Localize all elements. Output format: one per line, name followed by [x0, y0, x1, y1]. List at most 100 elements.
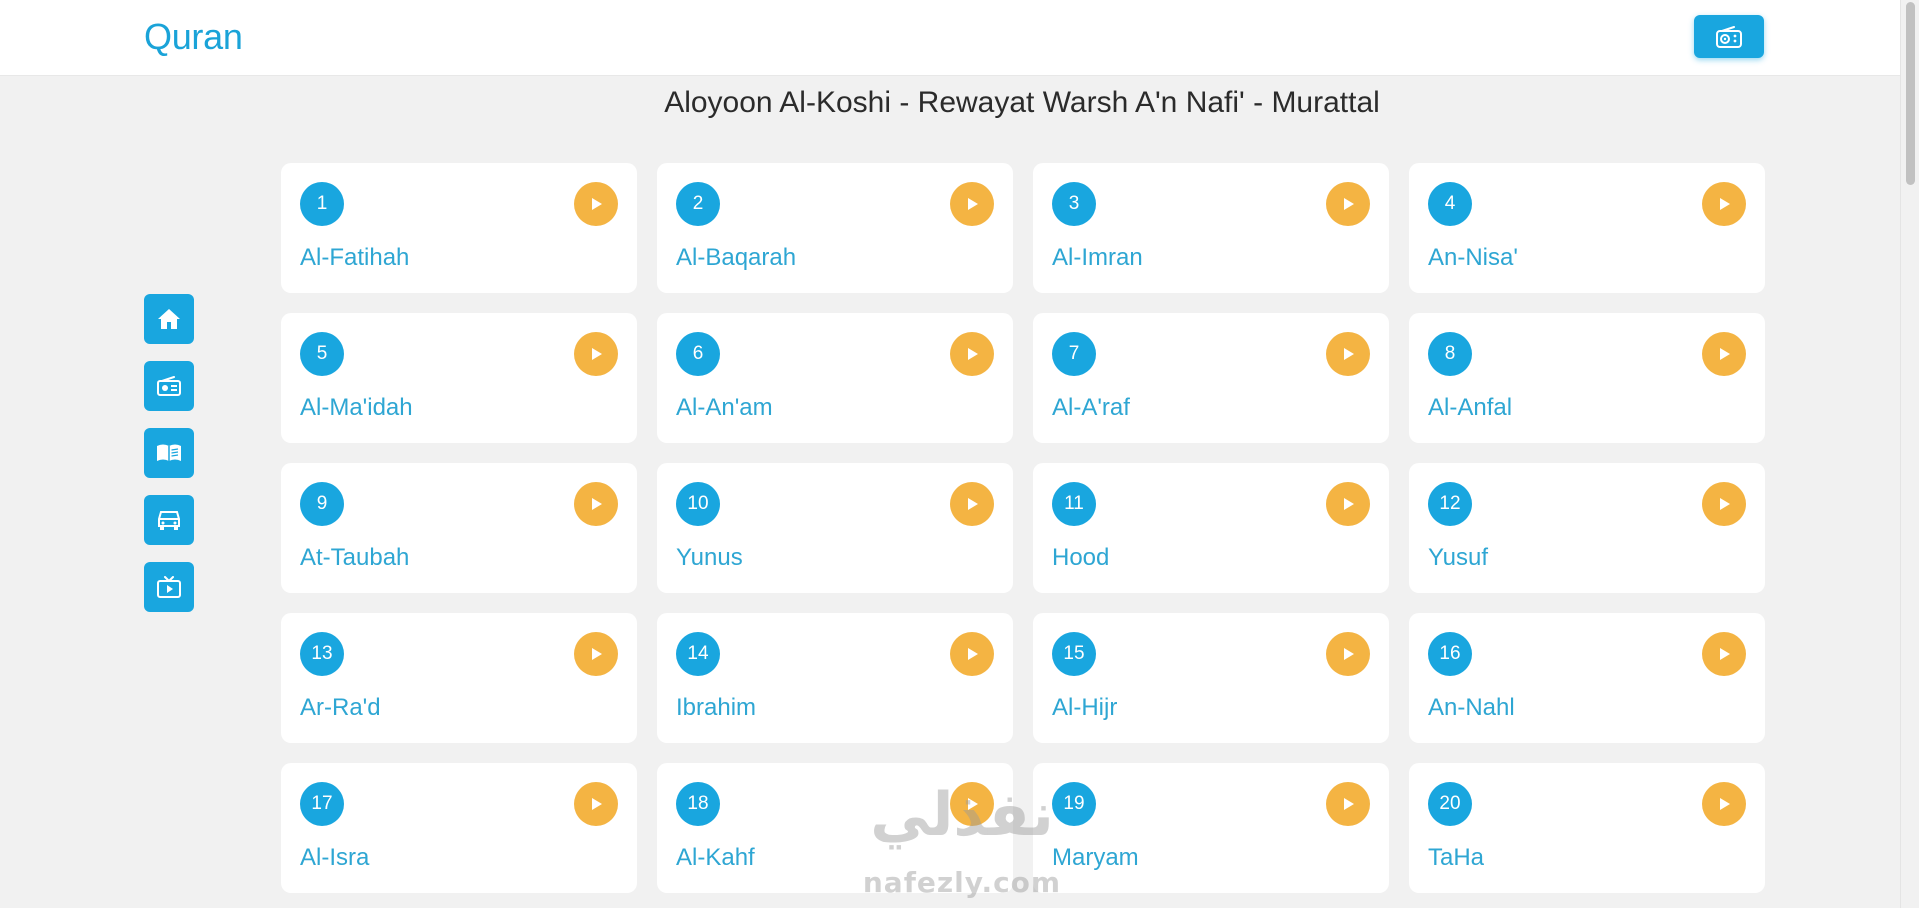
play-icon [592, 198, 602, 210]
play-button[interactable] [1326, 182, 1370, 226]
play-button[interactable] [950, 632, 994, 676]
play-icon [592, 798, 602, 810]
surah-name[interactable]: Ar-Ra'd [300, 694, 381, 722]
surah-number-badge: 16 [1428, 632, 1472, 676]
surah-name[interactable]: Yusuf [1428, 544, 1488, 572]
surah-card[interactable]: 5 Al-Ma'idah [281, 313, 637, 443]
surah-number-badge: 11 [1052, 482, 1096, 526]
surah-card[interactable]: 8 Al-Anfal [1409, 313, 1765, 443]
surah-card[interactable]: 3 Al-Imran [1033, 163, 1389, 293]
surah-number-badge: 6 [676, 332, 720, 376]
scrollbar-thumb[interactable] [1906, 2, 1915, 185]
brand-logo[interactable]: Quran [144, 16, 243, 58]
surah-grid: 1 Al-Fatihah 2 Al-Baqarah 3 Al-Imran 4 An-Nisa'… [281, 163, 1765, 893]
surah-card[interactable]: 15 Al-Hijr [1033, 613, 1389, 743]
surah-name[interactable]: Al-Anfal [1428, 394, 1512, 422]
surah-name[interactable]: An-Nisa' [1428, 244, 1518, 272]
surah-name[interactable]: Al-Baqarah [676, 244, 796, 272]
play-icon [1720, 798, 1730, 810]
surah-number-badge: 17 [300, 782, 344, 826]
surah-card[interactable]: 12 Yusuf [1409, 463, 1765, 593]
surah-name[interactable]: An-Nahl [1428, 694, 1515, 722]
surah-name[interactable]: Al-Isra [300, 844, 369, 872]
car-icon [158, 511, 180, 530]
surah-number-badge: 7 [1052, 332, 1096, 376]
play-icon [1720, 348, 1730, 360]
surah-name[interactable]: Al-Kahf [676, 844, 755, 872]
play-button[interactable] [574, 182, 618, 226]
surah-name[interactable]: Yunus [676, 544, 743, 572]
surah-card[interactable]: 10 Yunus [657, 463, 1013, 593]
surah-number-badge: 20 [1428, 782, 1472, 826]
surah-card[interactable]: 20 TaHa [1409, 763, 1765, 893]
nav-car-button[interactable] [144, 495, 194, 545]
play-icon [1344, 498, 1354, 510]
play-button[interactable] [1326, 332, 1370, 376]
surah-name[interactable]: Al-A'raf [1052, 394, 1130, 422]
play-button[interactable] [574, 782, 618, 826]
surah-name[interactable]: Hood [1052, 544, 1109, 572]
surah-name[interactable]: Al-Imran [1052, 244, 1143, 272]
play-button[interactable] [1702, 182, 1746, 226]
nav-tv-button[interactable] [144, 562, 194, 612]
play-button[interactable] [574, 632, 618, 676]
play-button[interactable] [1702, 332, 1746, 376]
surah-number-badge: 14 [676, 632, 720, 676]
play-button[interactable] [1702, 632, 1746, 676]
nav-radio-button[interactable] [144, 361, 194, 411]
nav-home-button[interactable] [144, 294, 194, 344]
surah-number-badge: 5 [300, 332, 344, 376]
surah-number-badge: 3 [1052, 182, 1096, 226]
surah-name[interactable]: Al-Hijr [1052, 694, 1117, 722]
play-icon [1720, 198, 1730, 210]
surah-name[interactable]: Al-Ma'idah [300, 394, 413, 422]
surah-card[interactable]: 13 Ar-Ra'd [281, 613, 637, 743]
side-nav [144, 294, 194, 629]
home-icon [158, 309, 180, 329]
surah-name[interactable]: Al-An'am [676, 394, 773, 422]
surah-number-badge: 2 [676, 182, 720, 226]
play-button[interactable] [1326, 632, 1370, 676]
surah-card[interactable]: 1 Al-Fatihah [281, 163, 637, 293]
surah-number-badge: 13 [300, 632, 344, 676]
surah-number-badge: 18 [676, 782, 720, 826]
play-icon [968, 648, 978, 660]
play-icon [1720, 648, 1730, 660]
surah-card[interactable]: 2 Al-Baqarah [657, 163, 1013, 293]
play-button[interactable] [1326, 482, 1370, 526]
surah-card[interactable]: 7 Al-A'raf [1033, 313, 1389, 443]
page-scrollbar[interactable] [1900, 0, 1919, 908]
surah-number-badge: 1 [300, 182, 344, 226]
radio-icon [1716, 25, 1742, 48]
surah-name[interactable]: TaHa [1428, 844, 1484, 872]
play-button[interactable] [1702, 782, 1746, 826]
surah-card[interactable]: 9 At-Taubah [281, 463, 637, 593]
top-bar: Quran [0, 0, 1900, 76]
play-button[interactable] [950, 332, 994, 376]
radio-icon [157, 376, 181, 396]
play-button[interactable] [574, 482, 618, 526]
play-icon [968, 498, 978, 510]
surah-name[interactable]: Al-Fatihah [300, 244, 409, 272]
play-button[interactable] [950, 182, 994, 226]
surah-number-badge: 19 [1052, 782, 1096, 826]
surah-card[interactable]: 6 Al-An'am [657, 313, 1013, 443]
surah-card[interactable]: 16 An-Nahl [1409, 613, 1765, 743]
play-button[interactable] [950, 782, 994, 826]
play-icon [1344, 648, 1354, 660]
surah-card[interactable]: 14 Ibrahim [657, 613, 1013, 743]
surah-name[interactable]: Maryam [1052, 844, 1139, 872]
surah-card[interactable]: 18 Al-Kahf [657, 763, 1013, 893]
play-button[interactable] [1326, 782, 1370, 826]
play-button[interactable] [1702, 482, 1746, 526]
surah-name[interactable]: At-Taubah [300, 544, 409, 572]
surah-card[interactable]: 11 Hood [1033, 463, 1389, 593]
play-button[interactable] [950, 482, 994, 526]
surah-name[interactable]: Ibrahim [676, 694, 756, 722]
nav-quran-book-button[interactable] [144, 428, 194, 478]
surah-card[interactable]: 19 Maryam [1033, 763, 1389, 893]
surah-card[interactable]: 17 Al-Isra [281, 763, 637, 893]
surah-card[interactable]: 4 An-Nisa' [1409, 163, 1765, 293]
radio-button[interactable] [1694, 15, 1764, 58]
play-button[interactable] [574, 332, 618, 376]
